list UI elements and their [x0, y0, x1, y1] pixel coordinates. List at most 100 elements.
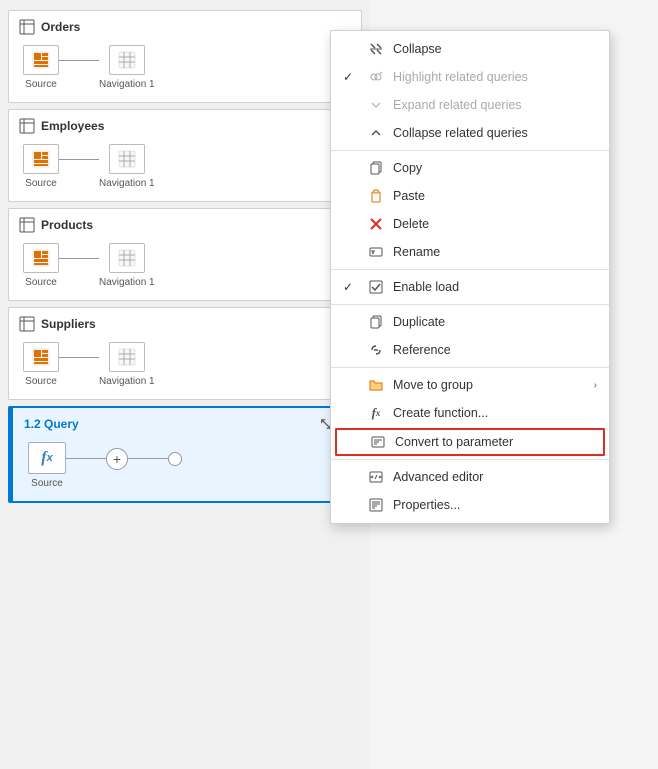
- divider-3: [331, 304, 609, 305]
- nav-label-employees: Navigation 1: [99, 178, 155, 189]
- menu-item-enable-load[interactable]: ✓ Enable load: [331, 273, 609, 301]
- reference-icon: [367, 341, 385, 359]
- connector-12query-1: [66, 458, 106, 459]
- highlight-label: Highlight related queries: [393, 70, 597, 84]
- plus-node-12query[interactable]: +: [106, 448, 128, 470]
- advanced-editor-label: Advanced editor: [393, 470, 597, 484]
- collapse-icon: [367, 40, 385, 58]
- check-properties: [343, 498, 359, 512]
- nav-label-products: Navigation 1: [99, 277, 155, 288]
- menu-item-convert-to-parameter[interactable]: Convert to parameter: [335, 428, 605, 456]
- nav-icon-products: [109, 243, 145, 273]
- source-label-employees: Source: [25, 178, 57, 189]
- query-nodes-products: Source Navigation 1: [19, 241, 351, 290]
- connector-employees: [59, 159, 99, 160]
- query-nodes-orders: Source Navigation 1: [19, 43, 351, 92]
- connector-12query-2: [128, 458, 168, 459]
- query-title-12query: 1.2 Query ⤡ ⋮: [24, 416, 350, 432]
- source-node-suppliers: Source: [23, 342, 59, 387]
- query-title-orders: Orders: [19, 19, 351, 35]
- connector-suppliers: [59, 357, 99, 358]
- nav-icon-employees: [109, 144, 145, 174]
- menu-item-create-function[interactable]: fx Create function...: [331, 399, 609, 427]
- source-icon-orders: [23, 45, 59, 75]
- nav-node-employees: Navigation 1: [99, 144, 155, 189]
- collapse-related-icon: [367, 124, 385, 142]
- collapse-label: Collapse: [393, 42, 597, 56]
- folder-icon: [367, 376, 385, 394]
- check-duplicate: [343, 315, 359, 329]
- check-expand: [343, 98, 359, 112]
- query-nodes-12query: fx Source +: [24, 440, 350, 491]
- highlight-icon: [367, 68, 385, 86]
- duplicate-icon: [367, 313, 385, 331]
- query-nodes-suppliers: Source Navigation 1: [19, 340, 351, 389]
- table-icon-suppliers: [19, 316, 35, 332]
- menu-item-duplicate[interactable]: Duplicate: [331, 308, 609, 336]
- expand-label: Expand related queries: [393, 98, 597, 112]
- query-card-12query[interactable]: 1.2 Query ⤡ ⋮ fx Source +: [8, 406, 362, 503]
- nav-node-products: Navigation 1: [99, 243, 155, 288]
- properties-icon: [367, 496, 385, 514]
- check-move-to-group: [343, 378, 359, 392]
- enable-load-label: Enable load: [393, 280, 597, 294]
- menu-item-delete[interactable]: Delete: [331, 210, 609, 238]
- divider-5: [331, 459, 609, 460]
- menu-item-move-to-group[interactable]: Move to group ›: [331, 371, 609, 399]
- expand-icon: [367, 96, 385, 114]
- divider-1: [331, 150, 609, 151]
- query-card-employees[interactable]: Employees Source: [8, 109, 362, 202]
- menu-item-expand[interactable]: Expand related queries: [331, 91, 609, 119]
- query-name-12query: 1.2 Query: [24, 417, 79, 431]
- query-name-orders: Orders: [41, 20, 80, 34]
- divider-2: [331, 269, 609, 270]
- paste-icon: [367, 187, 385, 205]
- check-convert: [345, 435, 361, 449]
- query-nodes-employees: Source Navigation 1: [19, 142, 351, 191]
- table-icon-orders: [19, 19, 35, 35]
- nav-node-suppliers: Navigation 1: [99, 342, 155, 387]
- query-card-products[interactable]: Products Source: [8, 208, 362, 301]
- menu-item-highlight[interactable]: ✓ Highlight related queries: [331, 63, 609, 91]
- check-create-function: [343, 406, 359, 420]
- create-function-label: Create function...: [393, 406, 597, 420]
- fx-label-12query: Source: [31, 478, 63, 489]
- menu-item-collapse[interactable]: Collapse: [331, 35, 609, 63]
- check-enable-load: ✓: [343, 280, 359, 294]
- reference-label: Reference: [393, 343, 597, 357]
- check-advanced-editor: [343, 470, 359, 484]
- plus-icon-12query[interactable]: +: [106, 448, 128, 470]
- move-to-group-arrow: ›: [594, 380, 597, 391]
- connector-products: [59, 258, 99, 259]
- advanced-editor-icon: [367, 468, 385, 486]
- menu-item-copy[interactable]: Copy: [331, 154, 609, 182]
- selected-border: [10, 408, 13, 501]
- move-to-group-label: Move to group: [393, 378, 586, 392]
- copy-icon: [367, 159, 385, 177]
- menu-item-rename[interactable]: Rename: [331, 238, 609, 266]
- rename-label: Rename: [393, 245, 597, 259]
- nav-label-suppliers: Navigation 1: [99, 376, 155, 387]
- check-rename: [343, 245, 359, 259]
- paste-label: Paste: [393, 189, 597, 203]
- delete-icon: [367, 215, 385, 233]
- query-title-products: Products: [19, 217, 351, 233]
- nav-icon-suppliers: [109, 342, 145, 372]
- rename-icon: [367, 243, 385, 261]
- divider-4: [331, 367, 609, 368]
- query-card-orders[interactable]: Orders Source: [8, 10, 362, 103]
- query-title-employees: Employees: [19, 118, 351, 134]
- query-card-suppliers[interactable]: Suppliers Source: [8, 307, 362, 400]
- menu-item-advanced-editor[interactable]: Advanced editor: [331, 463, 609, 491]
- menu-item-properties[interactable]: Properties...: [331, 491, 609, 519]
- check-copy: [343, 161, 359, 175]
- table-icon-products: [19, 217, 35, 233]
- circle-icon-12query: [168, 452, 182, 466]
- check-reference: [343, 343, 359, 357]
- duplicate-label: Duplicate: [393, 315, 597, 329]
- menu-item-reference[interactable]: Reference: [331, 336, 609, 364]
- convert-to-parameter-label: Convert to parameter: [395, 435, 595, 449]
- menu-item-collapse-related[interactable]: Collapse related queries: [331, 119, 609, 147]
- fx-node-12query: fx Source: [28, 442, 66, 489]
- menu-item-paste[interactable]: Paste: [331, 182, 609, 210]
